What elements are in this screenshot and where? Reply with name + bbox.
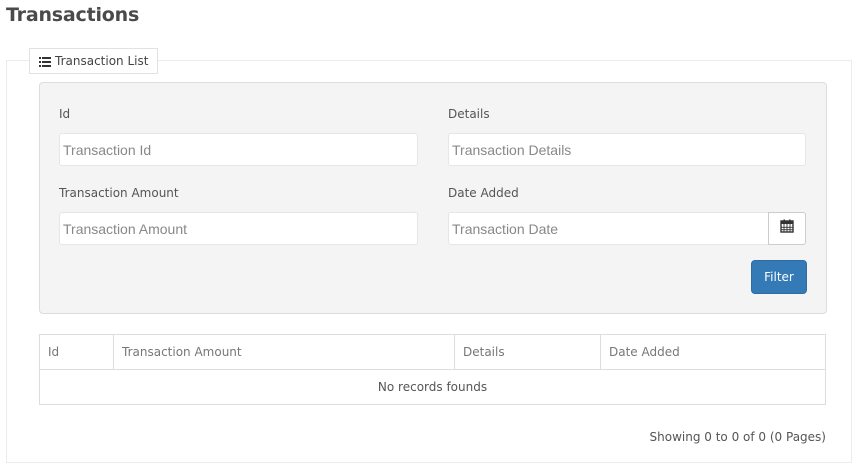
column-header-date-added[interactable]: Date Added (600, 334, 826, 370)
column-header-details[interactable]: Details (454, 334, 601, 370)
date-added-label: Date Added (448, 186, 519, 200)
details-label: Details (448, 107, 490, 121)
id-label: Id (59, 107, 71, 121)
amount-label: Transaction Amount (59, 186, 179, 200)
column-header-id[interactable]: Id (39, 334, 114, 370)
transactions-table: Id Transaction Amount Details Date Added… (39, 334, 826, 405)
empty-message: No records founds (39, 369, 826, 405)
column-header-amount[interactable]: Transaction Amount (113, 334, 455, 370)
calendar-button[interactable] (768, 212, 806, 245)
transaction-amount-input[interactable] (59, 212, 418, 245)
tab-label: Transaction List (55, 54, 149, 68)
transaction-id-input[interactable] (59, 133, 418, 166)
page-title: Transactions (6, 4, 140, 26)
tab-transaction-list[interactable]: Transaction List (29, 48, 159, 74)
filter-button[interactable]: Filter (751, 260, 807, 294)
calendar-icon (780, 219, 794, 238)
transaction-date-input[interactable] (448, 212, 769, 245)
table-row: No records founds (39, 369, 826, 405)
transaction-details-input[interactable] (448, 133, 806, 166)
list-icon (39, 56, 51, 67)
pagination-summary: Showing 0 to 0 of 0 (0 Pages) (649, 430, 826, 444)
table-header-row: Id Transaction Amount Details Date Added (39, 334, 826, 370)
